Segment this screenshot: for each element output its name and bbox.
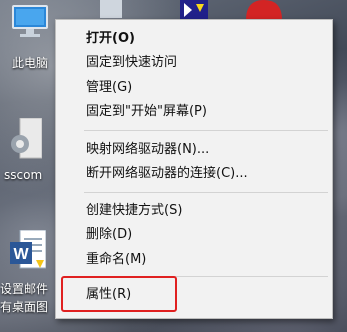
properties-highlight-box xyxy=(61,276,177,312)
svg-text:W: W xyxy=(13,246,29,263)
word-doc-label-line2: 有桌面图 xyxy=(0,300,49,314)
menu-item-rename[interactable]: 重命名(M) xyxy=(86,249,146,271)
word-doc-label-line1: 设置邮件 xyxy=(0,282,49,296)
this-pc-icon[interactable] xyxy=(10,2,50,46)
menu-item-manage[interactable]: 管理(G) xyxy=(86,77,132,99)
sscom-label: sscom xyxy=(4,168,43,182)
menu-item-create-shortcut[interactable]: 创建快捷方式(S) xyxy=(86,200,182,222)
sscom-icon[interactable] xyxy=(6,117,43,162)
menu-item-open[interactable]: 打开(O) xyxy=(86,28,135,50)
app-shortcut-icon[interactable] xyxy=(180,0,208,20)
menu-separator xyxy=(84,192,328,193)
word-document-icon[interactable]: W xyxy=(10,229,47,272)
this-pc-label: 此电脑 xyxy=(12,56,49,70)
menu-item-pin-quick-access[interactable]: 固定到快速访问 xyxy=(86,52,177,74)
menu-item-pin-start[interactable]: 固定到"开始"屏幕(P) xyxy=(86,101,207,123)
menu-item-disconnect-network-drive[interactable]: 断开网络驱动器的连接(C)... xyxy=(86,163,248,185)
menu-item-map-network-drive[interactable]: 映射网络驱动器(N)... xyxy=(86,139,209,161)
context-menu: 打开(O) 固定到快速访问 管理(G) 固定到"开始"屏幕(P) 映射网络驱动器… xyxy=(55,19,333,319)
recycle-bin-icon[interactable] xyxy=(98,0,124,18)
red-app-icon[interactable] xyxy=(244,0,284,20)
menu-item-delete[interactable]: 删除(D) xyxy=(86,224,132,246)
menu-separator xyxy=(84,130,328,131)
